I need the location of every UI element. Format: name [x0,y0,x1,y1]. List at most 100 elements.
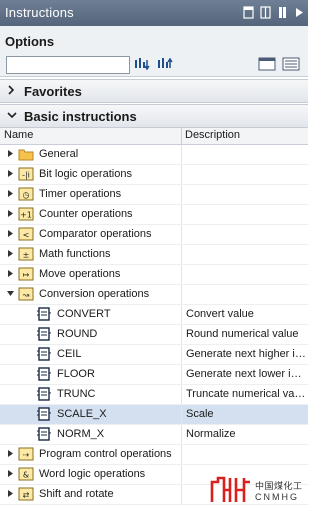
search-up-icon[interactable] [157,57,175,71]
chevron-right-icon[interactable] [6,84,16,99]
watermark-en: CNMHG [255,492,299,502]
pin-icon[interactable] [277,6,288,19]
expand-right-icon[interactable] [6,169,15,180]
search-down-icon[interactable] [134,57,152,71]
instruction-icon [36,407,52,421]
row-divider [181,185,182,204]
favorites-label: Favorites [24,84,82,99]
row-divider [181,465,182,484]
row-label: Move operations [39,268,121,280]
expand-right-icon[interactable] [6,469,15,480]
svg-text:-|i: -|i [22,171,30,180]
basic-instructions-section[interactable]: Basic instructions [0,104,308,128]
window-title: Instructions [5,5,74,20]
row-description: Normalize [186,428,236,440]
column-name[interactable]: Name [4,129,33,141]
search-input[interactable] [6,56,130,74]
expand-right-icon[interactable] [6,229,15,240]
watermark-zh: 中国煤化工 [255,481,303,491]
instruction-tree: General -|i Bit logic operations ◷ Timer ope… [0,145,308,505]
row-label: NORM_X [57,428,105,440]
instruction-icon [36,347,52,361]
row-label: TRUNC [57,388,96,400]
tree-instruction-row[interactable]: SCALE_X Scale [0,405,308,425]
svg-text:⇄: ⇄ [23,491,30,500]
expand-right-icon[interactable] [6,269,15,280]
row-label: FLOOR [57,368,95,380]
row-divider [181,285,182,304]
detail-view-icon[interactable] [282,57,300,71]
tree-group-row[interactable]: < Comparator operations [0,225,308,245]
instruction-icon [36,387,52,401]
instruction-icon [36,307,52,321]
tree-group-row[interactable]: ↝ Conversion operations [0,285,308,305]
tree-instruction-row[interactable]: ROUND Round numerical value [0,325,308,345]
expand-down-icon[interactable] [6,289,15,300]
row-divider [181,305,182,324]
row-label: Comparator operations [39,228,152,240]
math-icon: ± [18,247,34,261]
column-divider[interactable] [181,128,182,144]
svg-text:&: & [23,471,29,480]
row-label: General [39,148,79,160]
tree-group-row[interactable]: ◷ Timer operations [0,185,308,205]
row-label: Program control operations [39,448,172,460]
tree-group-row[interactable]: General [0,145,308,165]
expand-right-icon[interactable] [6,149,15,160]
expand-right-icon[interactable] [6,489,15,500]
expand-right-icon[interactable] [6,209,15,220]
chevron-down-icon[interactable] [6,109,18,124]
expand-right-icon[interactable] [6,249,15,260]
tree-group-row[interactable]: ± Math functions [0,245,308,265]
row-description: Generate next higher integer [186,348,306,360]
logo-mark-icon [210,476,250,502]
row-divider [181,265,182,284]
favorites-section[interactable]: Favorites [0,79,308,103]
row-label: SCALE_X [57,408,107,420]
move-icon: ↦ [18,267,34,281]
svg-text:<: < [23,231,30,240]
basic-instructions-label: Basic instructions [24,109,137,124]
row-divider [181,345,182,364]
panel-icon[interactable] [243,6,254,19]
row-label: Word logic operations [39,468,146,480]
column-description[interactable]: Description [185,129,240,141]
expand-right-icon[interactable] [6,449,15,460]
row-label: CEIL [57,348,82,360]
row-description: Scale [186,408,306,420]
list-view-icon[interactable] [258,57,276,71]
row-divider [181,365,182,384]
collapse-icon[interactable] [294,6,305,19]
conversion-icon: ↝ [18,287,34,301]
dock-icon[interactable] [260,6,271,19]
tree-group-row[interactable]: +1 Counter operations [0,205,308,225]
row-divider [181,205,182,224]
row-divider [181,405,182,424]
tree-instruction-row[interactable]: CEIL Generate next higher integer [0,345,308,365]
row-description: Round numerical value [186,328,299,340]
tree-group-row[interactable]: ↦ Move operations [0,265,308,285]
row-description: Convert value [186,308,254,320]
counter-icon: +1 [18,207,34,221]
row-label: ROUND [57,328,98,340]
tree-group-row[interactable]: -|i Bit logic operations [0,165,308,185]
tree-instruction-row[interactable]: CONVERT Convert value [0,305,308,325]
svg-text:±: ± [23,251,30,260]
comparator-icon: < [18,227,34,241]
tree-instruction-row[interactable]: FLOOR Generate next lower integer [0,365,308,385]
svg-text:◷: ◷ [23,191,30,200]
row-description: Generate next lower integer [186,368,306,380]
row-divider [181,325,182,344]
row-divider [181,485,182,504]
tree-instruction-row[interactable]: NORM_X Normalize [0,425,308,445]
row-divider [181,385,182,404]
expand-right-icon[interactable] [6,189,15,200]
svg-text:⇢: ⇢ [23,451,30,460]
instruction-icon [36,327,52,341]
row-divider [181,245,182,264]
svg-text:+1: +1 [20,211,32,220]
watermark-logo: 中国煤化工 CNMHG [210,476,305,506]
titlebar: Instructions [0,0,308,26]
tree-instruction-row[interactable]: TRUNC Truncate numerical value [0,385,308,405]
tree-group-row[interactable]: ⇢ Program control operations [0,445,308,465]
